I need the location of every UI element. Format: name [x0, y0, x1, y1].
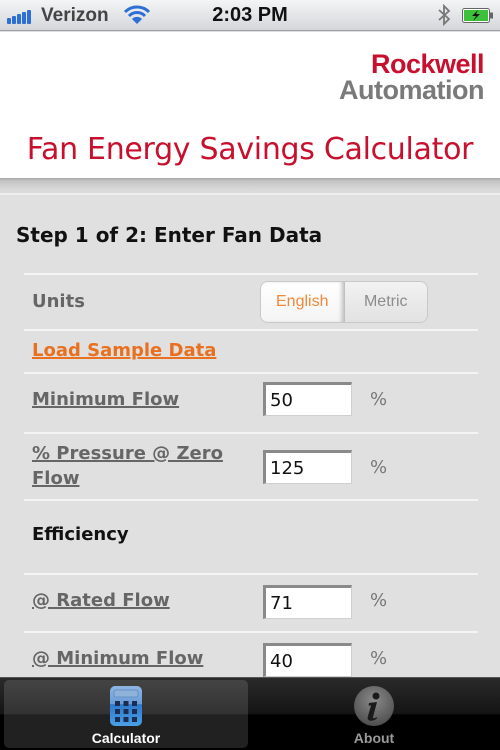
- minimum-flow-input[interactable]: [263, 382, 352, 416]
- load-sample-data-link[interactable]: Load Sample Data: [32, 340, 216, 361]
- minimum-flow-row: Minimum Flow %: [24, 372, 478, 432]
- pressure-zero-flow-label[interactable]: % Pressure @ Zero Flow: [32, 441, 223, 491]
- units-english-button[interactable]: English: [261, 282, 344, 322]
- step-title: Step 1 of 2: Enter Fan Data: [16, 223, 323, 247]
- battery-icon: [462, 8, 493, 23]
- minimum-flow-label[interactable]: Minimum Flow: [32, 389, 179, 410]
- rockwell-logo: Rockwell Automation: [339, 49, 485, 105]
- app-header: Rockwell Automation Fan Energy Savings C…: [0, 32, 500, 178]
- load-sample-row: Load Sample Data: [24, 329, 478, 372]
- calculator-icon: [109, 685, 143, 731]
- pressure-zero-flow-row: % Pressure @ Zero Flow %: [24, 432, 478, 499]
- minimum-flow-unit: %: [370, 389, 388, 410]
- rated-flow-efficiency-unit: %: [370, 590, 388, 611]
- rated-flow-efficiency-input[interactable]: [263, 585, 352, 619]
- efficiency-heading: Efficiency: [32, 524, 129, 545]
- page-title: Fan Energy Savings Calculator: [26, 132, 474, 167]
- rated-flow-efficiency-label[interactable]: @ Rated Flow: [32, 590, 170, 611]
- units-segmented-control[interactable]: English Metric: [260, 281, 428, 323]
- info-icon: [353, 685, 395, 731]
- minimum-flow-efficiency-input[interactable]: [263, 643, 352, 677]
- bluetooth-icon: [437, 3, 451, 31]
- units-metric-button[interactable]: Metric: [343, 282, 427, 322]
- tab-calculator-label: Calculator: [91, 730, 161, 746]
- tab-bar: Calculator About: [0, 677, 500, 750]
- clock: 2:03 PM: [212, 4, 288, 26]
- tab-about[interactable]: About: [252, 680, 496, 748]
- calculator-form[interactable]: Step 1 of 2: Enter Fan Data Units Englis…: [0, 195, 500, 677]
- logo-line-1: Rockwell: [370, 49, 485, 79]
- status-bar: Verizon 2:03 PM: [0, 0, 500, 31]
- logo-line-2: Automation: [339, 74, 484, 105]
- efficiency-section: Efficiency: [24, 499, 478, 573]
- units-row: Units English Metric: [24, 273, 478, 329]
- tab-about-label: About: [353, 730, 395, 746]
- pressure-zero-flow-input[interactable]: [263, 450, 352, 484]
- header-divider: [0, 178, 500, 195]
- rated-flow-efficiency-row: @ Rated Flow %: [24, 573, 478, 631]
- minimum-flow-efficiency-row: @ Minimum Flow %: [24, 631, 478, 677]
- pressure-zero-flow-label-line-1: % Pressure @ Zero: [32, 443, 223, 464]
- minimum-flow-efficiency-unit: %: [370, 648, 388, 669]
- pressure-zero-flow-unit: %: [370, 457, 388, 478]
- tab-calculator[interactable]: Calculator: [4, 680, 248, 748]
- units-label: Units: [32, 291, 85, 312]
- minimum-flow-efficiency-label[interactable]: @ Minimum Flow: [32, 648, 203, 669]
- pressure-zero-flow-label-line-2: Flow: [32, 468, 80, 489]
